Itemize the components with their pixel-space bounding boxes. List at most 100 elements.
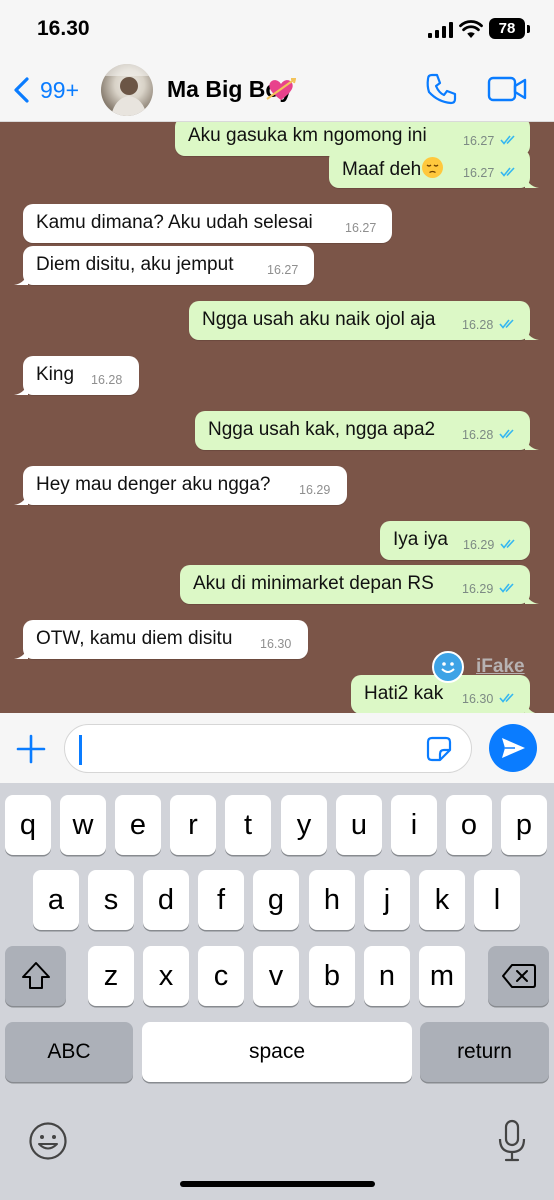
bubble-tail	[525, 700, 536, 713]
message-time: 16.29	[299, 483, 331, 497]
message-time: 16.27	[463, 134, 495, 148]
backspace-key[interactable]	[488, 946, 549, 1006]
message-time: 16.28	[462, 428, 494, 442]
phone-icon[interactable]	[424, 72, 458, 106]
smiley-icon	[432, 651, 464, 683]
send-button[interactable]	[489, 724, 537, 772]
message-time: 16.30	[462, 692, 494, 706]
key-c[interactable]: c	[198, 946, 244, 1006]
plus-icon[interactable]	[15, 733, 47, 765]
key-d[interactable]: d	[143, 870, 189, 930]
message-incoming[interactable]: OTW, kamu diem disitu 16.30	[14, 620, 308, 659]
bubble-tail	[14, 271, 28, 285]
message-outgoing[interactable]: Ngga usah kak, ngga apa2 16.28	[195, 411, 539, 450]
message-time: 16.29	[463, 538, 495, 552]
message-text: Hey mau denger aku ngga?	[36, 474, 271, 495]
backspace-icon	[501, 964, 536, 988]
bubble-tail	[525, 590, 539, 604]
unread-count: 99+	[40, 76, 80, 103]
message-text: Kamu dimana? Aku udah selesai	[36, 212, 313, 233]
key-m[interactable]: m	[419, 946, 465, 1006]
bubble-tail	[525, 436, 539, 450]
return-key[interactable]: return	[420, 1022, 549, 1082]
key-g[interactable]: g	[253, 870, 299, 930]
message-text: Aku gasuka km ngomong ini	[188, 125, 427, 146]
message-incoming[interactable]: Hey mau denger aku ngga? 16.29	[14, 466, 347, 505]
message-time: 16.28	[462, 318, 494, 332]
bubble-tail	[14, 491, 28, 505]
shift-key[interactable]	[5, 946, 66, 1006]
key-z[interactable]: z	[88, 946, 134, 1006]
key-y[interactable]: y	[281, 795, 327, 855]
double-check-icon	[500, 135, 515, 145]
watermark: iFake	[432, 651, 525, 683]
key-x[interactable]: x	[143, 946, 189, 1006]
double-check-icon	[499, 319, 514, 329]
key-e[interactable]: e	[115, 795, 161, 855]
double-check-icon	[499, 429, 514, 439]
bubble-tail	[14, 645, 28, 659]
key-s[interactable]: s	[88, 870, 134, 930]
key-u[interactable]: u	[336, 795, 382, 855]
bubble-tail	[525, 174, 539, 188]
key-j[interactable]: j	[364, 870, 410, 930]
message-incoming[interactable]: Kamu dimana? Aku udah selesai 16.27	[23, 204, 392, 243]
key-v[interactable]: v	[253, 946, 299, 1006]
key-q[interactable]: q	[5, 795, 51, 855]
back-button[interactable]: 99+	[12, 70, 79, 110]
key-k[interactable]: k	[419, 870, 465, 930]
abc-key[interactable]: ABC	[5, 1022, 133, 1082]
message-time: 16.30	[260, 637, 292, 651]
message-time: 16.27	[267, 263, 299, 277]
key-w[interactable]: w	[60, 795, 106, 855]
message-time: 16.29	[462, 582, 494, 596]
chat-area[interactable]: Aku gasuka km ngomong ini 16.27 Maaf deh…	[0, 122, 554, 713]
message-input[interactable]	[64, 724, 472, 773]
message-time: 16.28	[91, 373, 123, 387]
cellular-signal-icon	[428, 22, 454, 38]
message-text: Ngga usah aku naik ojol aja	[202, 309, 436, 330]
heart-with-arrow-icon	[266, 78, 296, 100]
key-p[interactable]: p	[501, 795, 547, 855]
double-check-icon	[499, 583, 514, 593]
space-key[interactable]: space	[142, 1022, 412, 1082]
key-n[interactable]: n	[364, 946, 410, 1006]
message-text: OTW, kamu diem disitu	[36, 628, 233, 649]
message-incoming[interactable]: Diem disitu, aku jemput 16.27	[14, 246, 314, 285]
chat-header: 99+ Ma Big Boy	[0, 56, 554, 122]
composer-bar	[0, 713, 554, 783]
message-outgoing[interactable]: Maaf deh 16.27	[329, 149, 539, 188]
text-caret	[79, 735, 82, 765]
avatar[interactable]	[101, 64, 153, 116]
watermark-text: iFake	[476, 656, 525, 677]
message-text: Diem disitu, aku jemput	[36, 254, 234, 275]
message-time: 16.27	[463, 166, 495, 180]
message-incoming[interactable]: King 16.28	[14, 356, 139, 395]
status-time: 16.30	[37, 17, 90, 40]
message-outgoing[interactable]: Iya iya 16.29	[380, 521, 530, 560]
double-check-icon	[500, 167, 515, 177]
message-text: Ngga usah kak, ngga apa2	[208, 419, 436, 440]
message-outgoing[interactable]: Aku di minimarket depan RS 16.29	[180, 565, 539, 604]
key-i[interactable]: i	[391, 795, 437, 855]
key-o[interactable]: o	[446, 795, 492, 855]
double-check-icon	[500, 539, 515, 549]
video-call-icon[interactable]	[487, 74, 527, 104]
bubble-tail	[525, 326, 539, 340]
key-a[interactable]: a	[33, 870, 79, 930]
key-b[interactable]: b	[309, 946, 355, 1006]
key-r[interactable]: r	[170, 795, 216, 855]
emoji-icon[interactable]	[28, 1121, 68, 1161]
double-check-icon	[499, 693, 514, 703]
status-bar: 16.30 78	[0, 0, 554, 56]
sticker-icon[interactable]	[425, 735, 453, 763]
key-t[interactable]: t	[225, 795, 271, 855]
message-outgoing[interactable]: Ngga usah aku naik ojol aja 16.28	[189, 301, 539, 340]
bubble-tail	[14, 381, 28, 395]
key-f[interactable]: f	[198, 870, 244, 930]
key-l[interactable]: l	[474, 870, 520, 930]
message-text: King	[36, 364, 75, 385]
microphone-icon[interactable]	[497, 1119, 527, 1163]
chevron-left-icon	[14, 77, 29, 103]
key-h[interactable]: h	[309, 870, 355, 930]
